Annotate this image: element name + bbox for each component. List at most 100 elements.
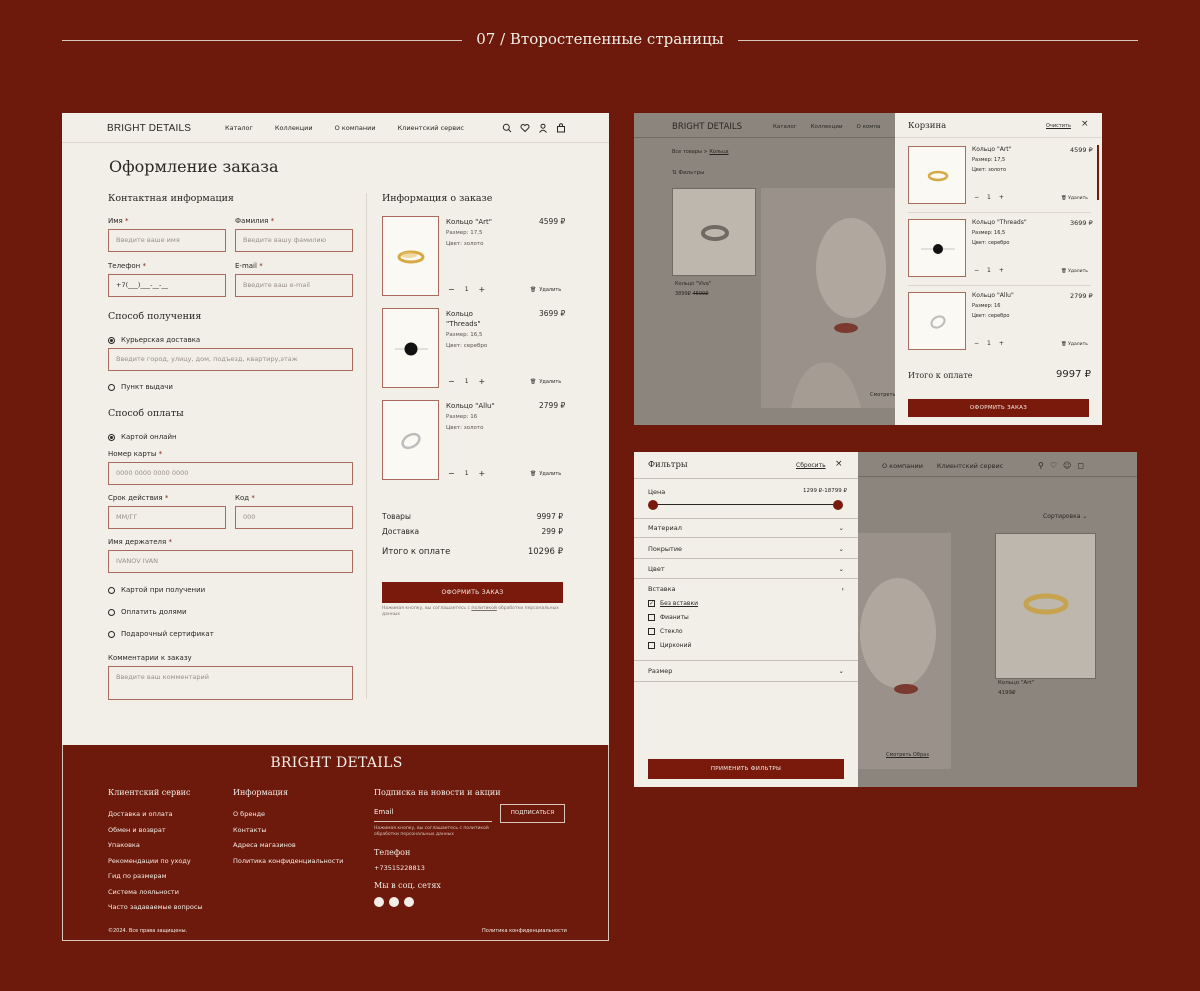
phone-number[interactable]: +73515228813	[374, 864, 425, 872]
clear-cart-button[interactable]: Очистить	[1046, 123, 1071, 129]
plus-button[interactable]: +	[999, 194, 1004, 201]
item-price: 3699 ₽	[539, 309, 566, 318]
card-input[interactable]: 0000 0000 0000 0000	[108, 462, 353, 485]
cart-item-image[interactable]	[908, 219, 966, 277]
comment-input[interactable]: Введите ваш комментарий	[108, 666, 353, 700]
delete-button[interactable]: 🗑 Удалить	[530, 471, 561, 477]
cart-item-color: Цвет: золото	[972, 167, 1007, 173]
footer-link[interactable]: Контакты	[233, 823, 343, 839]
radio-pay-on-receipt[interactable]: Картой при получении	[108, 586, 205, 594]
instagram-icon[interactable]	[404, 897, 414, 907]
item-price: 4599 ₽	[539, 217, 566, 226]
plus-button[interactable]: +	[999, 340, 1004, 347]
minus-button[interactable]: −	[448, 285, 455, 294]
radio-pay-parts[interactable]: Оплатить долями	[108, 608, 187, 616]
plus-button[interactable]: +	[479, 285, 486, 294]
footer-link[interactable]: О бренде	[233, 807, 343, 823]
nav-collections[interactable]: Коллекции	[275, 124, 313, 132]
bag-icon[interactable]	[556, 123, 566, 133]
goods-row: Товары 9997 ₽	[382, 512, 563, 521]
submit-order-button[interactable]: ОФОРМИТЬ ЗАКАЗ	[382, 582, 563, 603]
footer-link[interactable]: Рекомендации по уходу	[108, 854, 203, 870]
insert-checkbox-fianit[interactable]: Фианиты	[648, 614, 689, 621]
cart-item-size: Размер: 16	[972, 303, 1001, 309]
reset-filters-button[interactable]: Сбросить	[796, 462, 826, 469]
product-image-art[interactable]	[382, 216, 439, 296]
plus-button[interactable]: +	[479, 377, 486, 386]
minus-button[interactable]: −	[448, 469, 455, 478]
name-input[interactable]: Введите ваше имя	[108, 229, 226, 252]
subscribe-button[interactable]: ПОДПИСАТЬСЯ	[500, 804, 565, 823]
price-slider-track[interactable]	[653, 504, 838, 505]
search-icon[interactable]	[502, 123, 512, 133]
cart-checkout-button[interactable]: ОФОРМИТЬ ЗАКАЗ	[908, 399, 1089, 417]
footer-link[interactable]: Адреса магазинов	[233, 838, 343, 854]
minus-button[interactable]: −	[974, 194, 979, 201]
footer-link[interactable]: Гид по размерам	[108, 869, 203, 885]
price-slider-max-handle[interactable]	[833, 500, 843, 510]
radio-pickup[interactable]: Пункт выдачи	[108, 383, 173, 391]
chevron-down-icon: ⌄	[838, 564, 844, 573]
bg-product-name: Кольцо "Viva"	[675, 281, 712, 287]
delete-button[interactable]: 🗑 Удалить	[1061, 269, 1088, 274]
delete-button[interactable]: 🗑 Удалить	[1061, 196, 1088, 201]
footer-privacy-link[interactable]: Политика конфиденциальности	[482, 928, 567, 934]
address-input[interactable]: Введите город, улицу, дом, подъезд, квар…	[108, 348, 353, 371]
radio-card-online[interactable]: Картой онлайн	[108, 433, 177, 441]
filter-section-color[interactable]: Цвет ⌄	[634, 559, 858, 579]
user-icon[interactable]	[538, 123, 548, 133]
nav-service[interactable]: Клиентский сервис	[398, 124, 464, 132]
footer-logo: BRIGHT DETAILS	[270, 755, 403, 771]
phone-input[interactable]: +7(___)___-__-__	[108, 274, 226, 297]
telegram-icon[interactable]	[389, 897, 399, 907]
cart-panel: Корзина Очистить × Кольцо "Art" Размер: …	[895, 113, 1102, 425]
footer-link[interactable]: Часто задаваемые вопросы	[108, 900, 203, 916]
cart-item-image[interactable]	[908, 292, 966, 350]
product-image-allu[interactable]	[382, 400, 439, 480]
insert-checkbox-zirconium[interactable]: Цирконий	[648, 642, 691, 649]
filter-section-coating[interactable]: Покрытие ⌄	[634, 539, 858, 559]
plus-button[interactable]: +	[999, 267, 1004, 274]
delete-button[interactable]: 🗑 Удалить	[530, 379, 561, 385]
price-slider-min-handle[interactable]	[648, 500, 658, 510]
close-icon[interactable]: ×	[1081, 119, 1089, 129]
nav-catalog[interactable]: Каталог	[225, 124, 253, 132]
filter-section-size[interactable]: Размер ⌄	[634, 661, 858, 682]
radio-courier[interactable]: Курьерская доставка	[108, 336, 200, 344]
nav-about[interactable]: О компании	[335, 124, 376, 132]
minus-button[interactable]: −	[448, 377, 455, 386]
cart-item-image[interactable]	[908, 146, 966, 204]
surname-input[interactable]: Введите вашу фамилию	[235, 229, 353, 252]
footer-link[interactable]: Обмен и возврат	[108, 823, 203, 839]
filter-section-insert[interactable]: Вставка ›	[634, 579, 858, 599]
filter-section-material[interactable]: Материал ⌄	[634, 518, 858, 538]
apply-filters-button[interactable]: ПРИМЕНИТЬ ФИЛЬТРЫ	[648, 759, 844, 779]
product-image-threads[interactable]	[382, 308, 439, 388]
footer-link[interactable]: Упаковка	[108, 838, 203, 854]
logo[interactable]: BRIGHT DETAILS	[107, 123, 191, 134]
heart-icon[interactable]	[520, 123, 530, 133]
radio-gift-cert[interactable]: Подарочный сертификат	[108, 630, 214, 638]
privacy-link[interactable]: политикой	[471, 606, 496, 611]
close-icon[interactable]: ×	[835, 459, 843, 469]
vk-icon[interactable]	[374, 897, 384, 907]
holder-input[interactable]: IVANOV IVAN	[108, 550, 353, 573]
scrollbar[interactable]	[1097, 145, 1099, 200]
bg-logo: BRIGHT DETAILS	[672, 122, 743, 132]
expiry-input[interactable]: ММ/ГГ	[108, 506, 226, 529]
minus-button[interactable]: −	[974, 267, 979, 274]
code-input[interactable]: 000	[235, 506, 353, 529]
insert-checkbox-none[interactable]: ✓ Без вставки	[648, 600, 698, 607]
email-input[interactable]: Введите ваш e-mail	[235, 274, 353, 297]
cart-item-price: 3699 ₽	[1070, 219, 1093, 227]
cart-item-name: Кольцо "Allu"	[972, 292, 1014, 299]
footer-link[interactable]: Доставка и оплата	[108, 807, 203, 823]
plus-button[interactable]: +	[479, 469, 486, 478]
footer-link[interactable]: Политика конфиденциальности	[233, 854, 343, 870]
delete-button[interactable]: 🗑 Удалить	[1061, 342, 1088, 347]
insert-checkbox-glass[interactable]: Стекло	[648, 628, 683, 635]
newsletter-email-input[interactable]: Email	[374, 808, 492, 822]
minus-button[interactable]: −	[974, 340, 979, 347]
delete-button[interactable]: 🗑 Удалить	[530, 287, 561, 293]
footer-link[interactable]: Система лояльности	[108, 885, 203, 901]
